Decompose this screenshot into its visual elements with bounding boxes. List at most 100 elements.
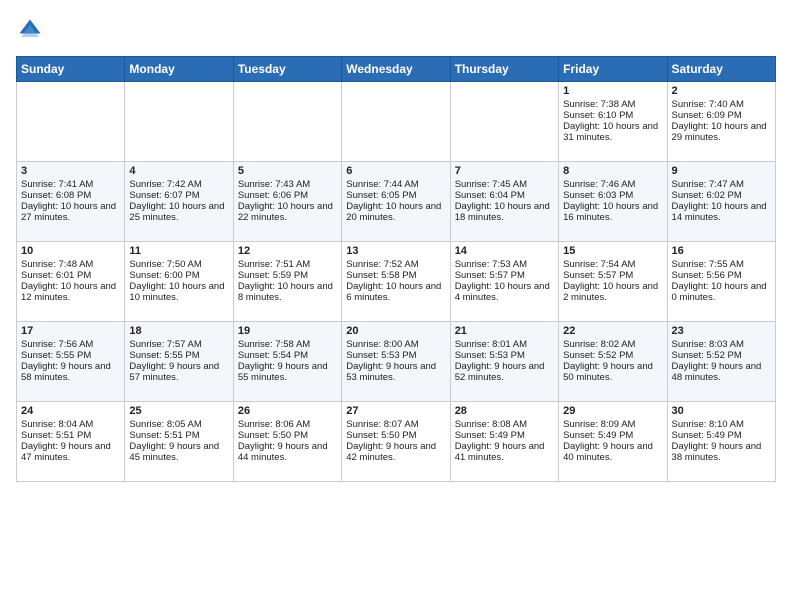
daylight-text: Daylight: 10 hours and 20 minutes. (346, 201, 441, 223)
sunrise-text: Sunrise: 7:43 AM (238, 179, 310, 190)
calendar-cell: 5Sunrise: 7:43 AMSunset: 6:06 PMDaylight… (233, 162, 341, 242)
calendar-cell: 9 Sunrise: 7:47 AMSunset: 6:02 PMDaylight… (667, 162, 775, 242)
sunrise-text: Sunrise: 7:54 AM (563, 259, 635, 270)
sunrise-text: Sunrise: 7:41 AM (21, 179, 93, 190)
day-number: 8 (563, 165, 662, 177)
calendar-cell: 8Sunrise: 7:46 AMSunset: 6:03 PMDaylight… (559, 162, 667, 242)
daylight-text: Daylight: 10 hours and 14 minutes. (672, 201, 767, 223)
day-number: 21 (455, 325, 554, 337)
daylight-text: Daylight: 10 hours and 18 minutes. (455, 201, 550, 223)
sunset-text: Sunset: 5:52 PM (672, 350, 742, 361)
calendar-cell: 18Sunrise: 7:57 AMSunset: 5:55 PMDayligh… (125, 322, 233, 402)
sunset-text: Sunset: 6:10 PM (563, 110, 633, 121)
sunrise-text: Sunrise: 7:53 AM (455, 259, 527, 270)
calendar-cell: 22Sunrise: 8:02 AMSunset: 5:52 PMDayligh… (559, 322, 667, 402)
day-number: 16 (672, 245, 771, 257)
sunset-text: Sunset: 6:05 PM (346, 190, 416, 201)
sunrise-text: Sunrise: 8:04 AM (21, 419, 93, 430)
calendar-week-4: 17Sunrise: 7:56 AMSunset: 5:55 PMDayligh… (17, 322, 776, 402)
daylight-text: Daylight: 9 hours and 48 minutes. (672, 361, 762, 383)
daylight-text: Daylight: 10 hours and 0 minutes. (672, 281, 767, 303)
day-number: 25 (129, 405, 228, 417)
day-number: 6 (346, 165, 445, 177)
calendar-cell: 27Sunrise: 8:07 AMSunset: 5:50 PMDayligh… (342, 402, 450, 482)
calendar-cell: 21Sunrise: 8:01 AMSunset: 5:53 PMDayligh… (450, 322, 558, 402)
day-header-friday: Friday (559, 57, 667, 82)
day-number: 10 (21, 245, 120, 257)
day-number: 15 (563, 245, 662, 257)
calendar-cell: 2Sunrise: 7:40 AMSunset: 6:09 PMDaylight… (667, 82, 775, 162)
sunrise-text: Sunrise: 7:45 AM (455, 179, 527, 190)
day-number: 27 (346, 405, 445, 417)
sunset-text: Sunset: 5:50 PM (346, 430, 416, 441)
sunrise-text: Sunrise: 8:07 AM (346, 419, 418, 430)
daylight-text: Daylight: 9 hours and 45 minutes. (129, 441, 219, 463)
calendar-week-3: 10Sunrise: 7:48 AMSunset: 6:01 PMDayligh… (17, 242, 776, 322)
day-number: 3 (21, 165, 120, 177)
sunset-text: Sunset: 5:53 PM (455, 350, 525, 361)
sunset-text: Sunset: 6:02 PM (672, 190, 742, 201)
daylight-text: Daylight: 9 hours and 41 minutes. (455, 441, 545, 463)
sunrise-text: Sunrise: 7:44 AM (346, 179, 418, 190)
daylight-text: Daylight: 10 hours and 31 minutes. (563, 121, 658, 143)
sunrise-text: Sunrise: 8:03 AM (672, 339, 744, 350)
sunrise-text: Sunrise: 8:10 AM (672, 419, 744, 430)
sunrise-text: Sunrise: 8:02 AM (563, 339, 635, 350)
sunrise-text: Sunrise: 8:01 AM (455, 339, 527, 350)
day-number: 29 (563, 405, 662, 417)
daylight-text: Daylight: 10 hours and 4 minutes. (455, 281, 550, 303)
page-header (16, 16, 776, 44)
daylight-text: Daylight: 9 hours and 53 minutes. (346, 361, 436, 383)
daylight-text: Daylight: 9 hours and 40 minutes. (563, 441, 653, 463)
sunset-text: Sunset: 6:08 PM (21, 190, 91, 201)
day-number: 9 (672, 165, 771, 177)
daylight-text: Daylight: 10 hours and 10 minutes. (129, 281, 224, 303)
sunset-text: Sunset: 5:50 PM (238, 430, 308, 441)
day-number: 19 (238, 325, 337, 337)
calendar-cell: 14Sunrise: 7:53 AMSunset: 5:57 PMDayligh… (450, 242, 558, 322)
calendar-cell: 6 Sunrise: 7:44 AMSunset: 6:05 PMDaylight… (342, 162, 450, 242)
daylight-text: Daylight: 9 hours and 44 minutes. (238, 441, 328, 463)
day-header-saturday: Saturday (667, 57, 775, 82)
calendar-cell: 4Sunrise: 7:42 AMSunset: 6:07 PMDaylight… (125, 162, 233, 242)
sunset-text: Sunset: 5:49 PM (672, 430, 742, 441)
daylight-text: Daylight: 9 hours and 47 minutes. (21, 441, 111, 463)
calendar-cell: 29 Sunrise: 8:09 AMSunset: 5:49 PMDayligh… (559, 402, 667, 482)
calendar-week-1: 1Sunrise: 7:38 AMSunset: 6:10 PMDaylight… (17, 82, 776, 162)
calendar-cell: 16Sunrise: 7:55 AMSunset: 5:56 PMDayligh… (667, 242, 775, 322)
calendar-cell (125, 82, 233, 162)
sunrise-text: Sunrise: 7:50 AM (129, 259, 201, 270)
daylight-text: Daylight: 10 hours and 2 minutes. (563, 281, 658, 303)
daylight-text: Daylight: 10 hours and 16 minutes. (563, 201, 658, 223)
calendar-cell: 17Sunrise: 7:56 AMSunset: 5:55 PMDayligh… (17, 322, 125, 402)
sunset-text: Sunset: 5:58 PM (346, 270, 416, 281)
day-header-wednesday: Wednesday (342, 57, 450, 82)
sunrise-text: Sunrise: 7:42 AM (129, 179, 201, 190)
sunset-text: Sunset: 6:09 PM (672, 110, 742, 121)
sunset-text: Sunset: 6:07 PM (129, 190, 199, 201)
sunrise-text: Sunrise: 8:06 AM (238, 419, 310, 430)
sunset-text: Sunset: 5:51 PM (21, 430, 91, 441)
sunset-text: Sunset: 6:04 PM (455, 190, 525, 201)
sunset-text: Sunset: 5:52 PM (563, 350, 633, 361)
calendar-cell: 1Sunrise: 7:38 AMSunset: 6:10 PMDaylight… (559, 82, 667, 162)
calendar-cell: 19Sunrise: 7:58 AMSunset: 5:54 PMDayligh… (233, 322, 341, 402)
daylight-text: Daylight: 10 hours and 27 minutes. (21, 201, 116, 223)
logo-icon (16, 16, 44, 44)
sunrise-text: Sunrise: 7:51 AM (238, 259, 310, 270)
daylight-text: Daylight: 10 hours and 8 minutes. (238, 281, 333, 303)
sunrise-text: Sunrise: 7:48 AM (21, 259, 93, 270)
sunset-text: Sunset: 6:06 PM (238, 190, 308, 201)
day-number: 26 (238, 405, 337, 417)
sunset-text: Sunset: 5:49 PM (563, 430, 633, 441)
calendar-cell: 10Sunrise: 7:48 AMSunset: 6:01 PMDayligh… (17, 242, 125, 322)
day-number: 7 (455, 165, 554, 177)
sunrise-text: Sunrise: 7:57 AM (129, 339, 201, 350)
sunrise-text: Sunrise: 7:47 AM (672, 179, 744, 190)
calendar-cell: 20Sunrise: 8:00 AMSunset: 5:53 PMDayligh… (342, 322, 450, 402)
day-header-monday: Monday (125, 57, 233, 82)
calendar-cell: 25Sunrise: 8:05 AMSunset: 5:51 PMDayligh… (125, 402, 233, 482)
day-number: 17 (21, 325, 120, 337)
daylight-text: Daylight: 10 hours and 22 minutes. (238, 201, 333, 223)
sunrise-text: Sunrise: 8:09 AM (563, 419, 635, 430)
